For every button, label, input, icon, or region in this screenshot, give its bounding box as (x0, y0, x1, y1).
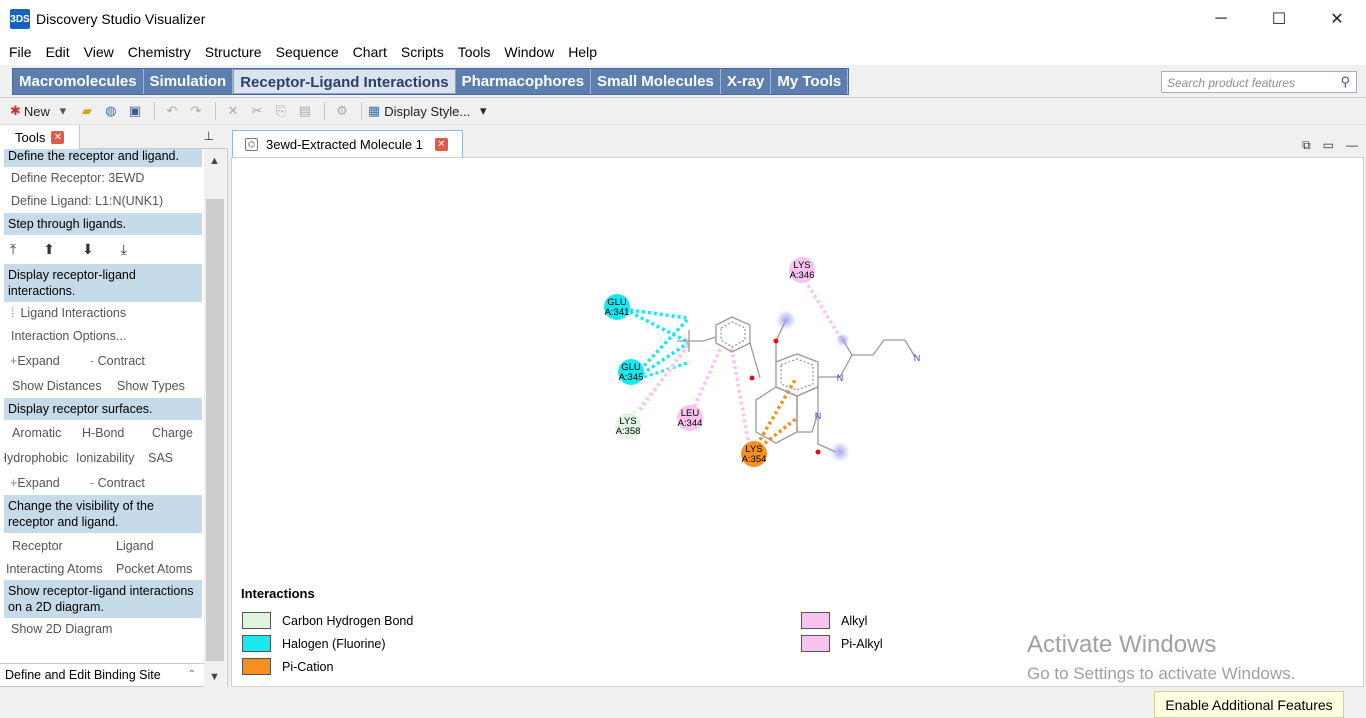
solvent-glow (836, 333, 850, 347)
legend-item: Pi-Alkyl (801, 635, 883, 652)
legend-swatch (801, 612, 830, 629)
legend-swatch (801, 635, 830, 652)
legend-swatch (242, 635, 271, 652)
legend-title: Interactions (241, 586, 315, 601)
legend-swatch (242, 612, 271, 629)
halogen-line (629, 308, 688, 320)
pi-alkyl-line (690, 344, 724, 413)
legend-label: Pi-Alkyl (841, 636, 883, 651)
legend-item: Carbon Hydrogen Bond (242, 612, 413, 629)
enable-features-button[interactable]: Enable Additional Features (1154, 691, 1344, 718)
pi-alkyl-line (729, 344, 750, 441)
residue-label: A:358 (616, 426, 641, 437)
legend-item: Pi-Cation (242, 658, 333, 675)
pi-cation-line (758, 416, 799, 449)
legend-label: Alkyl (841, 613, 868, 628)
legend-label: Pi-Cation (282, 659, 334, 674)
nitrogen-label: N (914, 353, 921, 363)
nitrogen-label: N (837, 373, 844, 383)
interaction-diagram: GLU A:341 GLU A:345 LYS A:358 LEU A:344 … (604, 257, 921, 467)
residue-label: A:341 (605, 307, 630, 318)
legend-item: Halogen (Fluorine) (242, 635, 386, 652)
residue-label: A:345 (619, 372, 644, 383)
legend-swatch (242, 658, 271, 675)
residue-label: A:354 (742, 454, 767, 465)
residue-label: A:344 (678, 418, 703, 429)
legend-label: Halogen (Fluorine) (282, 636, 386, 651)
activation-watermark-title: Activate Windows (1027, 631, 1217, 658)
ligand-structure (677, 316, 916, 453)
interaction-lines (628, 284, 844, 449)
alkyl-line (806, 284, 844, 341)
residue-label: A:346 (790, 270, 815, 281)
legend-label: Carbon Hydrogen Bond (282, 613, 414, 628)
activation-watermark-subtitle: Go to Settings to activate Windows. (1027, 664, 1296, 683)
nitrogen-label: N (815, 411, 822, 421)
solvent-glow (830, 442, 850, 462)
solvent-glow (776, 310, 796, 330)
status-bar: Enable Additional Features (0, 687, 1366, 718)
legend-item: Alkyl (801, 612, 867, 629)
